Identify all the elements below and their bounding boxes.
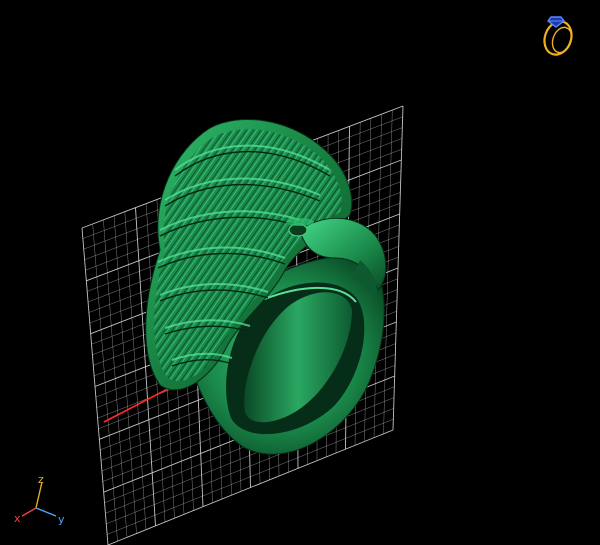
viewport-canvas[interactable]: z x y xyxy=(0,0,600,545)
triad-y-label: y xyxy=(58,513,65,526)
axis-triad: z x y xyxy=(14,473,65,526)
eagle-brow xyxy=(286,218,314,226)
3d-viewport[interactable]: z x y xyxy=(0,0,600,545)
eagle-ring-model[interactable] xyxy=(145,118,387,455)
triad-x-label: x xyxy=(14,512,21,525)
ring-with-gem-icon[interactable] xyxy=(540,16,576,58)
triad-z-label: z xyxy=(38,473,44,486)
triad-x-axis xyxy=(21,507,37,517)
triad-y-axis xyxy=(35,507,57,517)
